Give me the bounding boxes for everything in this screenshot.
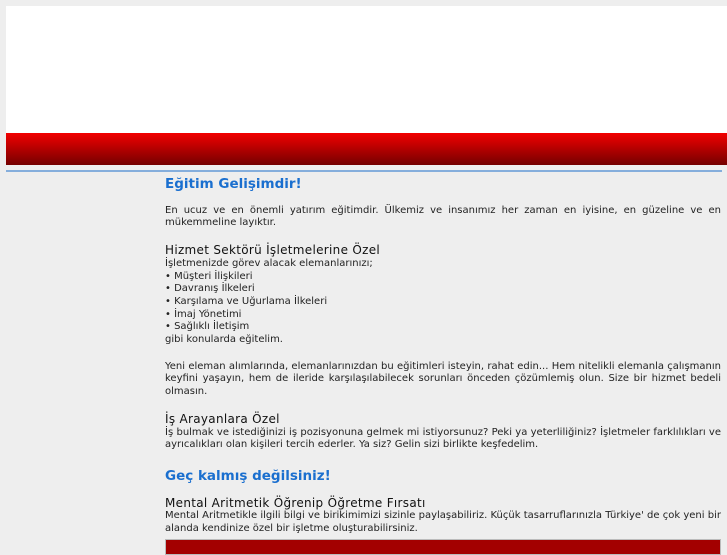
lead-text: İşletmenizde görev alacak elemanlarınızı… xyxy=(165,257,373,269)
red-banner-box xyxy=(165,538,721,555)
intro-text: En ucuz ve en önemli yatırım eğitimdir. … xyxy=(165,204,721,229)
topic-list: • Müşteri İlişkileri • Davranış İlkeleri… xyxy=(165,271,721,335)
list-item: • Müşteri İlişkileri xyxy=(165,270,253,282)
paragraph-job-seekers: İş bulmak ve istediğinizi iş pozisyonuna… xyxy=(165,426,721,451)
heading-not-late: Geç kalmış değilsiniz! xyxy=(165,467,331,484)
main-content: Eğitim Gelişimdir! En ucuz ve en önemli … xyxy=(165,176,721,555)
list-item: • Davranış İlkeleri xyxy=(165,283,255,295)
heading-job-seekers: İş Arayanlara Özel xyxy=(165,411,280,426)
heading-service-sector: Hizmet Sektörü İşletmelerine Özel xyxy=(165,243,381,258)
divider xyxy=(6,170,722,172)
paragraph-mental-arithmetic: Mental Aritmetikle ilgili bilgi ve birik… xyxy=(165,510,721,535)
list-item: • Sağlıklı İletişim xyxy=(165,321,250,333)
list-item: • Karşılama ve Uğurlama İlkeleri xyxy=(165,295,328,307)
paragraph-hiring: Yeni eleman alımlarında, elemanlarınızda… xyxy=(165,360,721,398)
list-item: • İmaj Yönetimi xyxy=(165,308,242,320)
heading-mental-arithmetic: Mental Aritmetik Öğrenip Öğretme Fırsatı xyxy=(165,495,426,510)
tail-text: gibi konularda eğitelim. xyxy=(165,334,283,346)
header-red-bar xyxy=(6,133,727,165)
heading-education: Eğitim Gelişimdir! xyxy=(165,176,302,192)
header-banner xyxy=(6,6,727,133)
